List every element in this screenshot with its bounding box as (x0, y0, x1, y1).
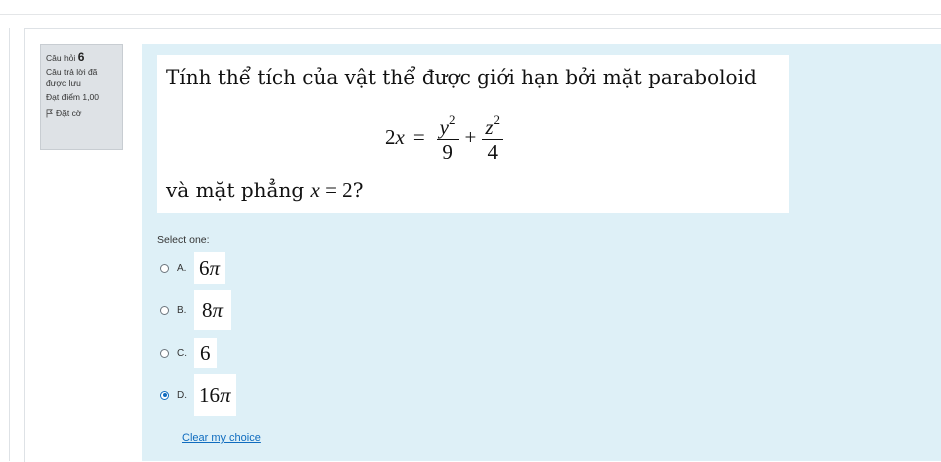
option-d-value: 16 (199, 382, 220, 407)
fraction-2-var: z (485, 115, 494, 139)
question-mark-symbol: ? (352, 178, 364, 202)
option-a-answer[interactable]: 6π (194, 252, 226, 284)
option-c-letter: C. (177, 347, 187, 359)
fraction-1-denominator: 9 (442, 140, 453, 164)
fraction-2-exp: 2 (493, 112, 501, 127)
option-b[interactable]: B. 8π (160, 290, 232, 330)
question-info-box: Câu hỏi 6 Câu trả lời đã được lưu Đạt đi… (40, 44, 123, 150)
formula-fraction-1: y2 9 (436, 110, 459, 164)
option-c-value: 6 (200, 340, 211, 365)
question-mark: Đạt điểm 1,00 (46, 92, 99, 102)
option-b-radio[interactable] (160, 305, 169, 315)
option-d-pi: π (220, 382, 231, 407)
select-one-prompt: Select one: (157, 234, 210, 246)
fraction-2-numerator: z2 (482, 110, 504, 140)
plane-var: x (310, 178, 320, 202)
option-a-value: 6 (199, 255, 210, 280)
option-d[interactable]: D. 16 π (160, 374, 236, 416)
formula-equals: = (412, 124, 425, 149)
question-number-row: Câu hỏi 6 (46, 50, 117, 64)
fraction-1-numerator: y2 (436, 110, 459, 140)
question-line-2-prefix: và mặt phẳng (166, 178, 311, 202)
option-c[interactable]: C. 6 (160, 338, 217, 368)
left-panel (0, 28, 10, 461)
option-a-letter: A. (177, 262, 187, 274)
formula-lhs-var: x (395, 124, 405, 149)
question-label: Câu hỏi (46, 53, 76, 63)
fraction-1-exp: 2 (449, 112, 456, 127)
fraction-2-denominator: 4 (487, 140, 498, 164)
option-c-answer[interactable]: 6 (194, 338, 217, 368)
flag-label: Đặt cờ (56, 108, 82, 118)
option-b-pi: π (212, 297, 224, 322)
fraction-1-var: y (439, 115, 449, 139)
question-status: Câu trả lời đã được lưu (46, 67, 98, 88)
option-a[interactable]: A. 6π (160, 252, 226, 284)
flag-question-button[interactable]: Đặt cờ (46, 108, 117, 118)
formula-coef: 2 (385, 124, 396, 149)
formula-fraction-2: z2 4 (482, 110, 504, 164)
question-line-2: và mặt phẳng x = 2? (166, 178, 363, 203)
option-a-pi: π (209, 255, 221, 280)
clear-my-choice-link[interactable]: Clear my choice (182, 432, 261, 444)
question-number: 6 (77, 50, 85, 64)
option-d-answer[interactable]: 16 π (194, 374, 236, 416)
option-b-letter: B. (177, 304, 187, 316)
question-text: Tính thể tích của vật thể được giới hạn … (157, 55, 789, 213)
plane-rest: = 2 (319, 178, 353, 202)
question-line-1: Tính thể tích của vật thể được giới hạn … (166, 65, 757, 89)
formula-plus: + (464, 124, 477, 149)
top-divider (0, 14, 941, 15)
option-d-radio[interactable] (160, 390, 169, 400)
plane-equation: x = 2 (311, 178, 353, 202)
option-b-value: 8 (202, 297, 213, 322)
option-d-letter: D. (177, 389, 187, 401)
option-a-radio[interactable] (160, 263, 169, 273)
flag-icon (46, 108, 53, 117)
option-b-answer[interactable]: 8π (194, 290, 232, 330)
option-c-radio[interactable] (160, 348, 169, 358)
question-formula: 2 x = y2 9 + z2 4 (385, 107, 507, 167)
